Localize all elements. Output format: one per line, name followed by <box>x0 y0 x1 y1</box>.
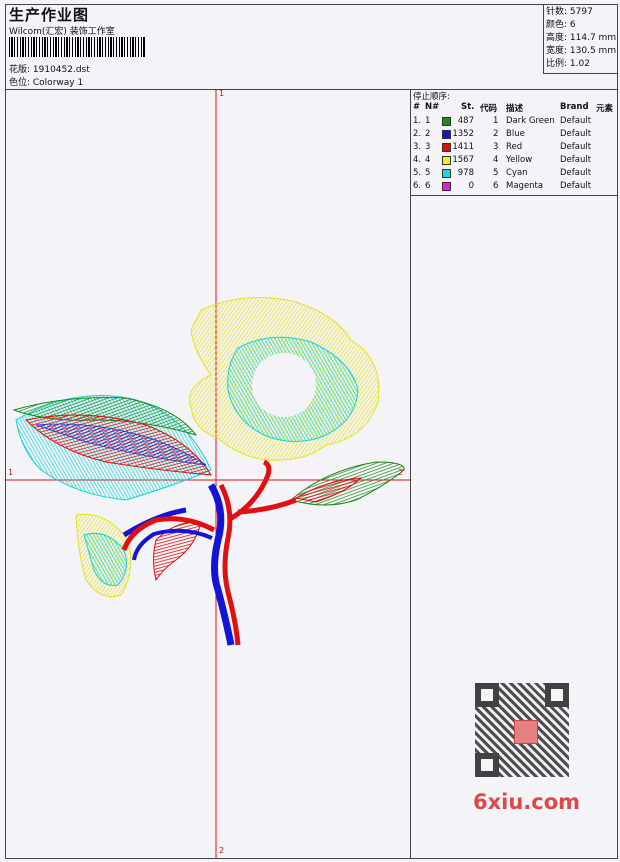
row-num: 4. <box>413 155 422 165</box>
row-stitches: 487 <box>457 116 474 126</box>
row-needle: 5 <box>425 168 431 178</box>
stop-sequence-title: 停止顺序: <box>413 92 450 102</box>
table-row: 2. 2 1352 2 Blue Default <box>411 129 617 142</box>
row-code: 4 <box>493 155 499 165</box>
row-desc: Red <box>506 142 523 152</box>
axis-label-right: 2 <box>398 468 404 477</box>
design-file: 花版: 1910452.dst <box>9 65 90 75</box>
row-needle: 1 <box>425 116 431 126</box>
row-desc: Magenta <box>506 181 544 191</box>
color-swatch <box>442 143 451 152</box>
color-swatch <box>442 117 451 126</box>
row-code: 2 <box>493 129 499 139</box>
row-code: 3 <box>493 142 499 152</box>
flower-bud <box>75 513 132 598</box>
row-desc: Yellow <box>506 155 533 165</box>
axis-label-top: 1 <box>219 89 225 98</box>
color-swatch <box>442 156 451 165</box>
row-code: 6 <box>493 181 499 191</box>
row-needle: 3 <box>425 142 431 152</box>
row-needle: 2 <box>425 129 431 139</box>
row-code: 5 <box>493 168 499 178</box>
row-num: 6. <box>413 181 422 191</box>
row-desc: Dark Green <box>506 116 555 126</box>
row-brand: Default <box>560 129 592 139</box>
watermark-text: 6xiu.com <box>473 790 581 814</box>
row-brand: Default <box>560 155 592 165</box>
studio-name: Wilcom(汇宏) 装饰工作室 <box>9 27 115 37</box>
row-desc: Blue <box>506 129 525 139</box>
table-row: 6. 6 0 6 Magenta Default <box>411 181 617 194</box>
stat-colors: 颜色: 6 <box>546 20 576 30</box>
stats-panel: 针数: 5797 颜色: 6 高度: 114.7 mm 宽度: 130.5 mm… <box>543 5 617 74</box>
row-code: 1 <box>493 116 499 126</box>
design-canvas: 1 2 1 2 <box>6 89 410 858</box>
stat-scale: 比例: 1.02 <box>546 59 590 69</box>
barcode <box>9 37 145 57</box>
stat-width: 宽度: 130.5 mm <box>546 46 617 56</box>
row-stitches: 978 <box>457 168 474 178</box>
stop-sequence-table: 停止顺序: # N# St. 代码 描述 Brand 元素 1. 1 487 1 Dar… <box>411 89 617 196</box>
row-brand: Default <box>560 116 592 126</box>
table-row: 5. 5 978 5 Cyan Default <box>411 168 617 181</box>
right-leaf <box>289 461 405 506</box>
table-row: 1. 1 487 1 Dark Green Default <box>411 116 617 129</box>
table-row: 3. 3 1411 3 Red Default <box>411 142 617 155</box>
stat-height: 高度: 114.7 mm <box>546 33 617 43</box>
stat-stitches: 针数: 5797 <box>546 7 593 17</box>
left-leaf <box>12 395 212 501</box>
axis-label-bottom: 2 <box>219 846 225 855</box>
row-num: 2. <box>413 129 422 139</box>
panel-divider <box>410 89 411 858</box>
row-num: 5. <box>413 168 422 178</box>
color-swatch <box>442 130 451 139</box>
row-desc: Cyan <box>506 168 528 178</box>
row-stitches: 1567 <box>452 155 474 165</box>
row-num: 1. <box>413 116 422 126</box>
watermark: 6xiu.com <box>465 676 583 814</box>
flower <box>189 297 380 461</box>
table-row: 4. 4 1567 4 Yellow Default <box>411 155 617 168</box>
row-brand: Default <box>560 168 592 178</box>
row-num: 3. <box>413 142 422 152</box>
page-title: 生产作业图 <box>9 6 90 24</box>
row-brand: Default <box>560 181 592 191</box>
axis-label-left: 1 <box>8 468 14 477</box>
row-needle: 6 <box>425 181 431 191</box>
row-stitches: 1411 <box>452 142 474 152</box>
color-swatch <box>442 182 451 191</box>
row-stitches: 0 <box>468 181 474 191</box>
colorway: 色位: Colorway 1 <box>9 78 84 88</box>
embroidery-preview <box>6 90 410 858</box>
row-brand: Default <box>560 142 592 152</box>
color-swatch <box>442 169 451 178</box>
row-stitches: 1352 <box>452 129 474 139</box>
seal-stamp <box>514 720 538 744</box>
header: 生产作业图 Wilcom(汇宏) 装饰工作室 花版: 1910452.dst 色… <box>6 5 617 90</box>
row-needle: 4 <box>425 155 431 165</box>
